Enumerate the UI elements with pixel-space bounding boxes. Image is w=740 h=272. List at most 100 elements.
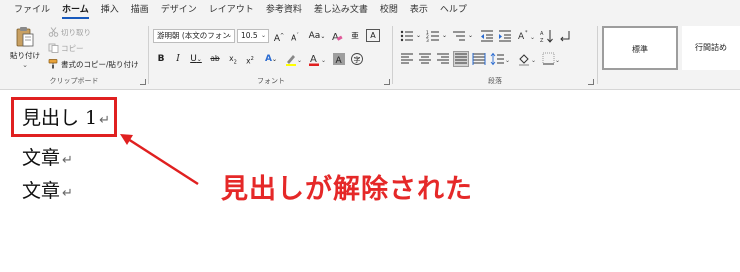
strikethrough-icon[interactable]: ab (208, 52, 222, 66)
document-line[interactable]: 文章 ↵ (22, 176, 73, 203)
paragraph-mark-icon: ↵ (62, 153, 73, 168)
ribbon-tab-bar: ファイル ホーム 挿入 描画 デザイン レイアウト 参考資料 差し込み文書 校閲… (0, 0, 740, 20)
tab-help[interactable]: ヘルプ (434, 0, 473, 20)
highlighter-icon[interactable]: ⌄ (284, 52, 304, 66)
svg-text:⌄: ⌄ (297, 57, 302, 64)
tab-view[interactable]: 表示 (404, 0, 434, 20)
font-color-icon[interactable]: A ⌄ (308, 52, 328, 66)
paragraph-dialog-launcher-icon[interactable] (588, 79, 594, 85)
svg-text:A: A (336, 56, 343, 66)
tab-review[interactable]: 校閲 (374, 0, 404, 20)
group-divider (148, 26, 149, 84)
copy-button[interactable]: コピー (48, 42, 84, 54)
tab-mailings[interactable]: 差し込み文書 (308, 0, 374, 20)
align-right-icon[interactable] (436, 52, 450, 66)
font-name-combo[interactable]: 游明朝 (本文のフォン ⌄ (153, 29, 235, 43)
svg-text:A: A (310, 54, 317, 65)
copy-label: コピー (61, 43, 84, 53)
align-left-icon[interactable] (400, 52, 414, 66)
clipboard-group-label: クリップボード (49, 77, 99, 85)
ribbon: 貼り付け ⌄ 切り取り コピー 書式のコピー/貼り付け クリップボード 游明朝 … (0, 20, 740, 90)
increase-indent-icon[interactable] (498, 29, 512, 43)
svg-text:⌄: ⌄ (531, 57, 536, 64)
format-painter-label: 書式のコピー/貼り付け (61, 59, 139, 69)
annotation-caption: 見出しが解除された (221, 174, 473, 205)
tab-insert[interactable]: 挿入 (95, 0, 125, 20)
font-dialog-launcher-icon[interactable] (384, 79, 390, 85)
svg-text:*: * (525, 30, 528, 36)
paste-icon (16, 27, 34, 47)
line-spacing-icon[interactable]: ⌄ (490, 52, 510, 66)
tab-design[interactable]: デザイン (155, 0, 203, 20)
sort-icon[interactable]: AZ (540, 29, 554, 43)
bold-icon[interactable]: B (155, 52, 167, 66)
document-line-text: 文章 (22, 147, 61, 169)
character-border-icon[interactable]: A (366, 29, 380, 42)
enclose-characters-icon[interactable]: 字 (350, 52, 364, 66)
font-size-combo[interactable]: 10.5 ⌄ (237, 29, 269, 43)
chevron-down-icon[interactable]: ⌄ (468, 29, 476, 43)
cut-button[interactable]: 切り取り (48, 26, 91, 38)
justify-icon[interactable] (453, 51, 469, 67)
phonetic-guide-icon[interactable]: 亜 (348, 29, 362, 43)
show-formatting-marks-icon[interactable] (558, 29, 572, 43)
superscript-icon[interactable]: x2 (243, 52, 257, 66)
grow-font-icon[interactable]: A^ (272, 29, 286, 44)
highlight-box (11, 97, 117, 137)
cut-label: 切り取り (61, 27, 91, 37)
decrease-indent-icon[interactable] (480, 29, 494, 43)
svg-text:A: A (518, 32, 525, 42)
tab-file[interactable]: ファイル (8, 0, 56, 20)
clipboard-dialog-launcher-icon[interactable] (140, 79, 146, 85)
document-line-text: 文章 (22, 180, 61, 202)
format-painter-button[interactable]: 書式のコピー/貼り付け (48, 58, 139, 70)
copy-icon (48, 43, 59, 53)
paragraph-group-label: 段落 (488, 77, 502, 85)
svg-text:⌄: ⌄ (505, 57, 510, 64)
svg-text:Z: Z (540, 38, 544, 43)
bullets-icon[interactable] (400, 29, 414, 43)
clear-formatting-icon[interactable]: A (330, 29, 344, 43)
asian-layout-icon[interactable]: A * ⌄ (518, 29, 536, 43)
tab-draw[interactable]: 描画 (125, 0, 155, 20)
font-size-value: 10.5 (241, 31, 258, 40)
change-case-icon[interactable]: Aa⌄ (307, 29, 327, 43)
chevron-down-icon[interactable]: ⌄ (442, 29, 450, 43)
chevron-down-icon: ⌄ (226, 32, 232, 39)
numbering-icon[interactable]: 123 (426, 29, 440, 43)
shrink-font-icon[interactable]: Aˇ (288, 29, 302, 43)
font-group-label: フォント (257, 77, 285, 85)
distributed-icon[interactable] (472, 52, 486, 66)
clipboard-group: 貼り付け ⌄ 切り取り コピー 書式のコピー/貼り付け クリップボード (0, 22, 148, 88)
shading-icon[interactable]: ⌄ (518, 52, 538, 66)
format-painter-icon (48, 59, 58, 69)
paste-label: 貼り付け (10, 51, 40, 60)
chevron-down-icon[interactable]: ⌄ (416, 29, 424, 43)
style-no-spacing-label: 行間詰め (695, 43, 727, 52)
underline-icon[interactable]: U⌄ (188, 52, 204, 66)
font-name-value: 游明朝 (本文のフォン (157, 31, 230, 40)
multilevel-list-icon[interactable] (452, 29, 466, 43)
paste-button[interactable]: 貼り付け ⌄ (8, 24, 42, 70)
group-divider (597, 26, 598, 84)
align-center-icon[interactable] (418, 52, 432, 66)
italic-icon[interactable]: I (172, 52, 184, 66)
tab-home[interactable]: ホーム (56, 0, 95, 20)
style-normal-label: 標準 (632, 45, 648, 54)
svg-text:⌄: ⌄ (555, 57, 560, 64)
tab-references[interactable]: 参考資料 (260, 0, 308, 20)
tab-layout[interactable]: レイアウト (203, 0, 260, 20)
subscript-icon[interactable]: x2 (226, 52, 240, 66)
style-no-spacing[interactable]: 行間詰め (682, 26, 740, 70)
document-line[interactable]: 文章 ↵ (22, 143, 73, 170)
text-effects-icon[interactable]: A⌄ (262, 52, 280, 66)
group-divider (392, 26, 393, 84)
font-group: 游明朝 (本文のフォン ⌄ 10.5 ⌄ A^ Aˇ Aa⌄ A 亜 A B I… (150, 22, 392, 88)
style-normal[interactable]: 標準 (602, 26, 678, 70)
chevron-down-icon: ⌄ (260, 32, 266, 39)
chevron-down-icon[interactable]: ⌄ (8, 61, 42, 69)
styles-gallery: 標準 行間詰め (600, 22, 740, 78)
scissors-icon (48, 27, 59, 37)
character-shading-icon[interactable]: A (332, 52, 346, 66)
borders-icon[interactable]: ⌄ (542, 52, 562, 66)
